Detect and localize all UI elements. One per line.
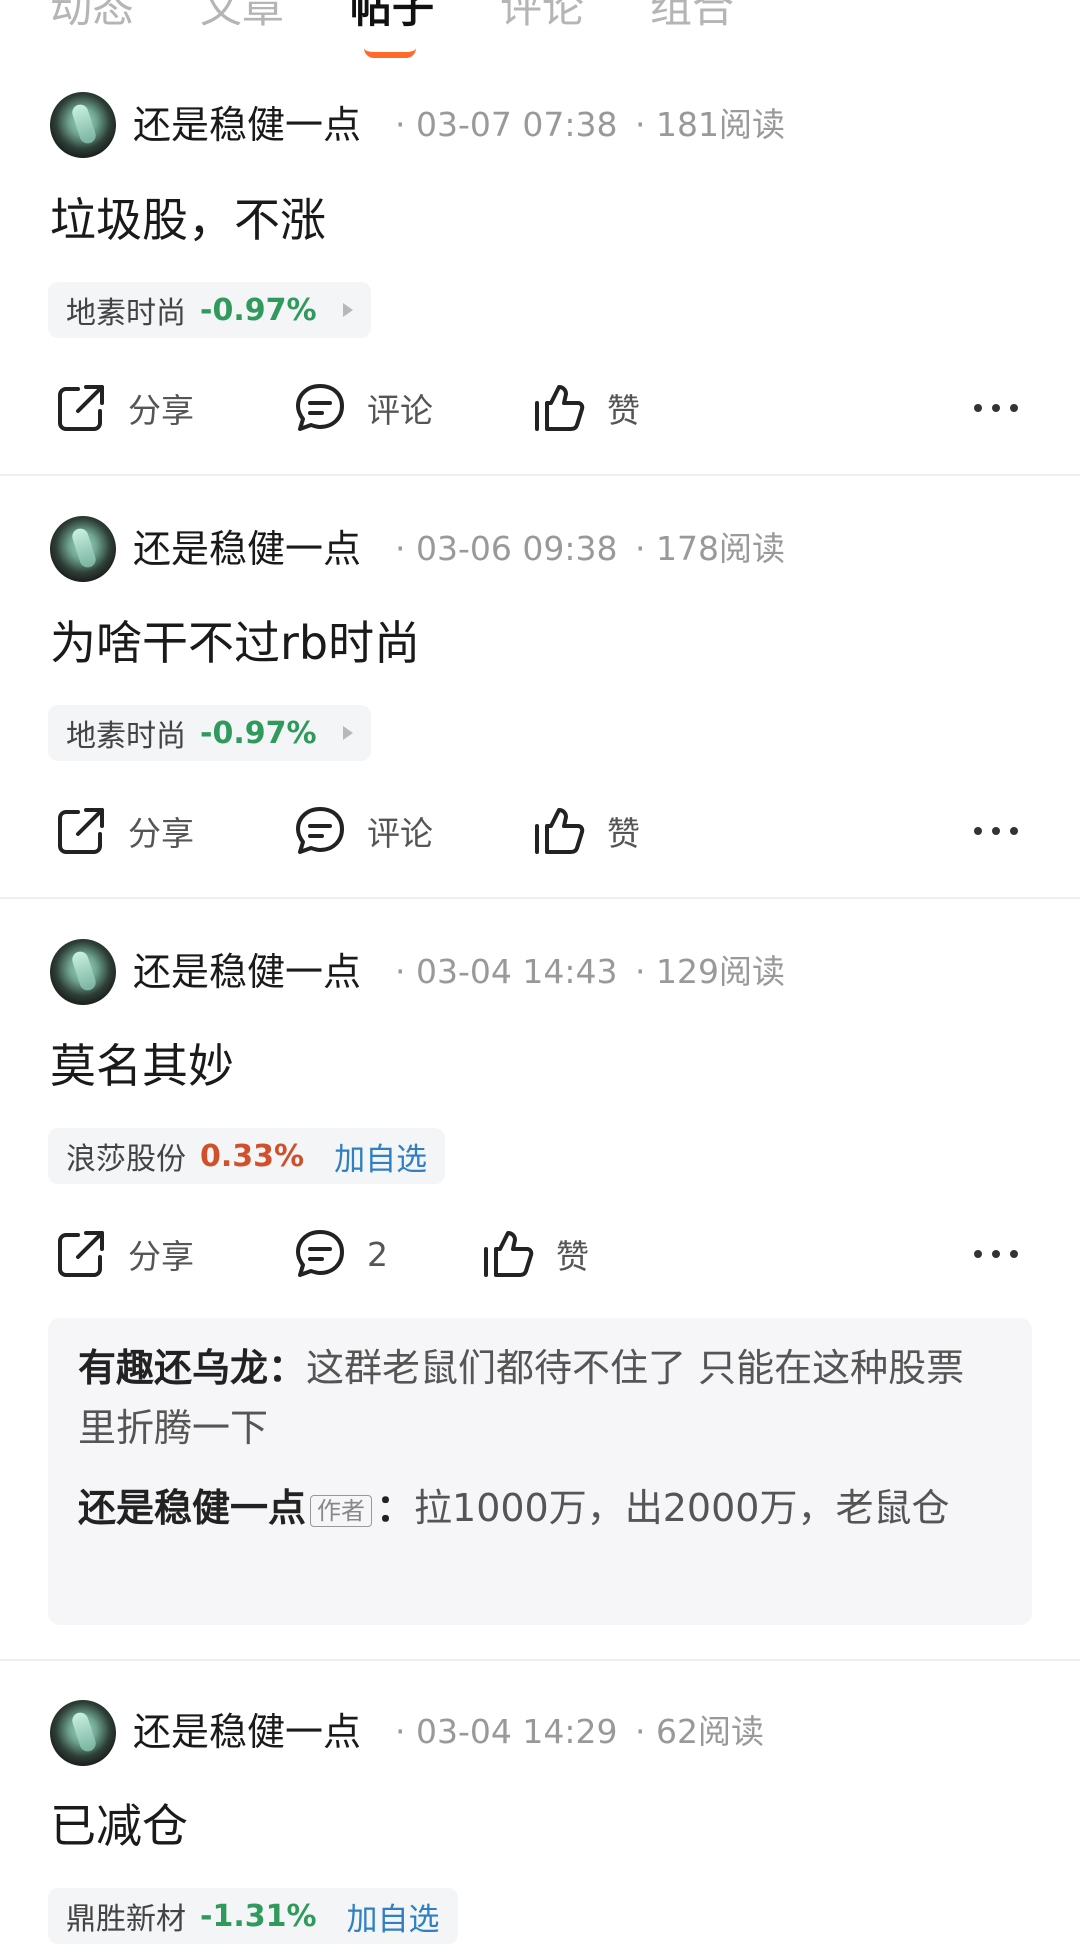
stock-tag[interactable]: 鼎胜新材 -1.31% 加自选 [48, 1888, 458, 1944]
avatar[interactable] [50, 1700, 116, 1766]
share-icon [58, 385, 104, 431]
share-label: 分享 [128, 814, 194, 853]
read-count: · 62阅读 [635, 1712, 764, 1751]
comment-text: 拉1000万，出2000万，老鼠仓 [414, 1486, 950, 1530]
thumbs-up-icon [535, 808, 585, 854]
author-name[interactable]: 还是稳健一点 [133, 100, 361, 150]
post-time: · 03-07 07:38 [395, 105, 618, 144]
read-count: · 181阅读 [635, 105, 785, 144]
author-badge: 作者 [310, 1494, 373, 1527]
post-time: · 03-04 14:29 [395, 1712, 618, 1751]
comment-item[interactable]: 还是稳健一点 作者 ：拉1000万，出2000万，老鼠仓 [78, 1478, 1002, 1538]
share-label: 分享 [128, 391, 194, 430]
stock-change: -0.97% [200, 715, 317, 751]
tab-articles[interactable]: 文章 [200, 0, 284, 38]
commenter-name[interactable]: 还是稳健一点 [78, 1486, 306, 1530]
post-content[interactable]: 垃圾股，不涨 [50, 190, 326, 250]
comment-icon [296, 807, 344, 854]
action-bar: 分享 评论 赞 [0, 796, 1080, 866]
post-content[interactable]: 莫名其妙 [50, 1036, 234, 1096]
stock-name: 鼎胜新材 [66, 1902, 186, 1937]
more-options-icon[interactable] [974, 373, 1018, 443]
active-tab-indicator [364, 48, 416, 58]
comment-button[interactable]: 评论 [293, 796, 433, 866]
stock-name: 地素时尚 [66, 296, 186, 331]
like-label: 赞 [607, 391, 640, 430]
chevron-right-icon [342, 303, 353, 317]
comment-count: 2 [367, 1234, 388, 1274]
thumbs-up-icon [535, 385, 585, 431]
stock-change: 0.33% [200, 1138, 305, 1174]
stock-change: -0.97% [200, 292, 317, 328]
post-content[interactable]: 已减仓 [50, 1796, 188, 1856]
stock-tag[interactable]: 地素时尚 -0.97% [48, 282, 371, 338]
read-count: · 178阅读 [635, 529, 785, 568]
thumbs-up-icon [484, 1231, 534, 1277]
share-button[interactable]: 分享 [54, 796, 194, 866]
comment-label: 评论 [367, 814, 433, 853]
share-button[interactable]: 分享 [54, 1219, 194, 1289]
post-time: · 03-06 09:38 [395, 529, 618, 568]
share-button[interactable]: 分享 [54, 373, 194, 443]
comment-item[interactable]: 有趣还乌龙：这群老鼠们都待不住了 只能在这种股票里折腾一下 [78, 1338, 1002, 1458]
comment-icon [296, 384, 344, 431]
share-icon [58, 1231, 104, 1277]
chevron-right-icon [342, 726, 353, 740]
more-options-icon[interactable] [974, 796, 1018, 866]
stock-name: 地素时尚 [66, 719, 186, 754]
share-icon [58, 808, 104, 854]
tab-portfolio[interactable]: 组合 [650, 0, 734, 38]
comment-button[interactable]: 评论 [293, 373, 433, 443]
post-content[interactable]: 为啥干不过rb时尚 [50, 613, 420, 673]
avatar[interactable] [50, 92, 116, 158]
comment-button[interactable]: 2 [293, 1219, 388, 1289]
divider [0, 474, 1080, 476]
stock-tag[interactable]: 地素时尚 -0.97% [48, 705, 371, 761]
stock-tag[interactable]: 浪莎股份 0.33% 加自选 [48, 1128, 446, 1184]
tab-comments[interactable]: 评论 [500, 0, 584, 38]
like-button[interactable]: 赞 [533, 796, 640, 866]
add-to-watchlist-button[interactable]: 加自选 [347, 1894, 440, 1939]
tab-dynamic[interactable]: 动态 [50, 0, 134, 38]
like-button[interactable]: 赞 [533, 373, 640, 443]
stock-name: 浪莎股份 [66, 1142, 186, 1177]
action-bar: 分享 2 赞 [0, 1219, 1080, 1289]
avatar[interactable] [50, 516, 116, 582]
share-label: 分享 [128, 1237, 194, 1276]
author-name[interactable]: 还是稳健一点 [133, 947, 361, 997]
tab-bar: 动态 文章 帖子 评论 组合 [0, 0, 1080, 70]
comment-label: 评论 [367, 391, 433, 430]
divider [0, 1659, 1080, 1661]
read-count: · 129阅读 [635, 952, 785, 991]
like-label: 赞 [556, 1237, 589, 1276]
action-bar: 分享 评论 赞 [0, 373, 1080, 443]
like-button[interactable]: 赞 [482, 1219, 589, 1289]
stock-change: -1.31% [200, 1898, 317, 1934]
more-options-icon[interactable] [974, 1219, 1018, 1289]
like-label: 赞 [607, 814, 640, 853]
avatar[interactable] [50, 939, 116, 1005]
post-time: · 03-04 14:43 [395, 952, 618, 991]
author-name[interactable]: 还是稳健一点 [133, 1707, 361, 1757]
tab-posts[interactable]: 帖子 [350, 0, 434, 38]
add-to-watchlist-button[interactable]: 加自选 [334, 1134, 427, 1179]
comment-preview[interactable]: 有趣还乌龙：这群老鼠们都待不住了 只能在这种股票里折腾一下 还是稳健一点 作者 ：拉… [48, 1318, 1032, 1625]
author-name[interactable]: 还是稳健一点 [133, 524, 361, 574]
comment-icon [296, 1230, 344, 1277]
divider [0, 897, 1080, 899]
commenter-name[interactable]: 有趣还乌龙 [78, 1346, 268, 1390]
